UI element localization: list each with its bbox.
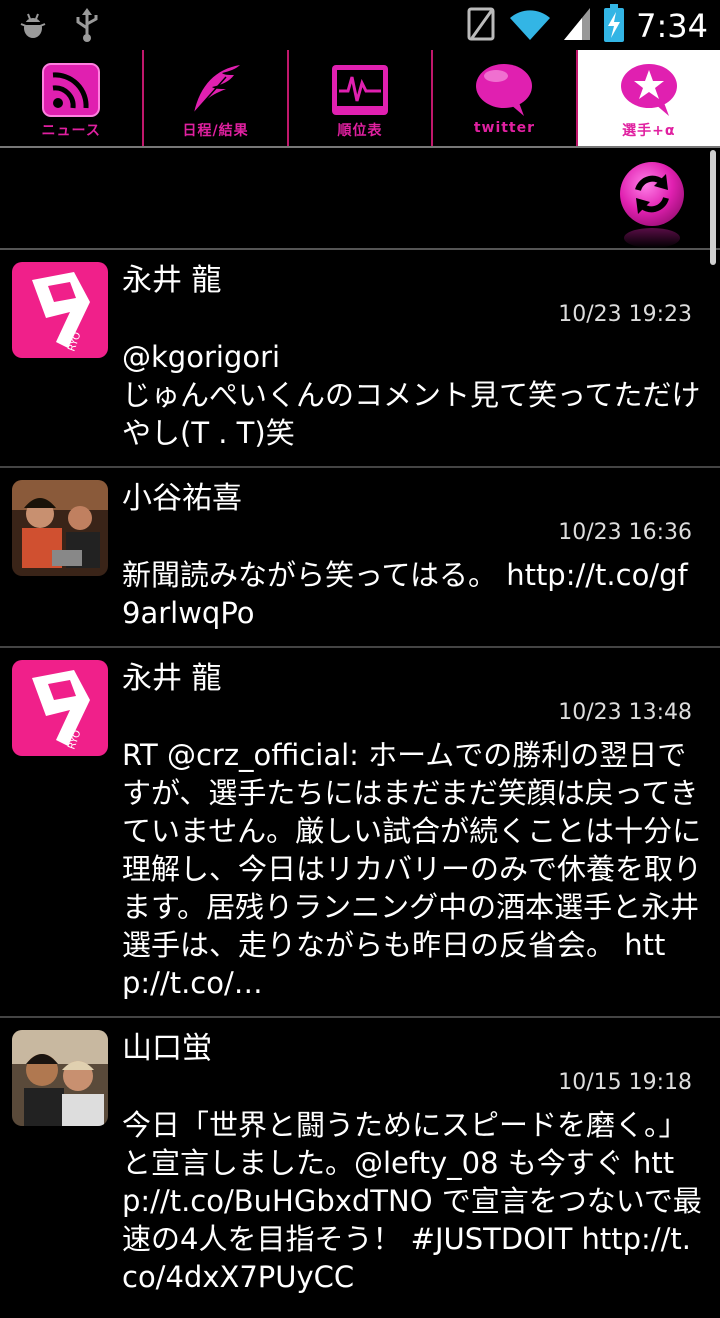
feather-icon: [181, 62, 251, 118]
no-sim-icon: [466, 6, 498, 46]
tab-label: 順位表: [337, 123, 383, 139]
tweet-item[interactable]: RYO 永井 龍 10/23 19:23 @kgorigori じゅんぺいくんの…: [0, 250, 720, 468]
star-bubble-icon: [614, 62, 684, 118]
tweet-text: RT @crz_official: ホームでの勝利の翌日ですが、選手たちにはまだ…: [122, 738, 703, 1000]
tweet-author[interactable]: 永井 龍: [122, 658, 222, 700]
avatar: [12, 1030, 108, 1126]
refresh-button[interactable]: [616, 160, 688, 250]
tweet-time: 10/23 16:36: [558, 520, 692, 545]
rss-icon: [36, 62, 106, 118]
status-bar: 7:34: [0, 0, 720, 50]
tweet-author[interactable]: 山口蛍: [122, 1028, 212, 1070]
tab-twitter[interactable]: twitter: [433, 50, 578, 146]
tweet-item[interactable]: 小谷祐喜 10/23 16:36 新聞読みながら笑ってはる。 http://t.…: [0, 468, 720, 648]
tweet-text: 今日「世界と闘うためにスピードを磨く。」と宣言しました。@lefty_08 も今…: [122, 1108, 702, 1294]
tab-players[interactable]: 選手+α: [577, 50, 720, 146]
battery-charging-icon: [602, 4, 626, 48]
tweet-feed: RYO 永井 龍 10/23 19:23 @kgorigori じゅんぺいくんの…: [0, 250, 720, 1318]
signal-icon: [562, 6, 592, 46]
tab-label: 選手+α: [622, 123, 676, 139]
tab-schedule[interactable]: 日程/結果: [144, 50, 289, 146]
tweet-author[interactable]: 永井 龍: [122, 260, 222, 302]
scrollbar[interactable]: [710, 150, 716, 265]
wifi-icon: [508, 6, 552, 46]
bug-icon: [18, 10, 48, 44]
usb-icon: [72, 8, 102, 46]
tweet-item[interactable]: 山口蛍 10/15 19:18 今日「世界と闘うためにスピードを磨く。」と宣言し…: [0, 1018, 720, 1318]
clock: 7:34: [636, 7, 708, 45]
tweet-time: 10/15 19:18: [558, 1070, 692, 1095]
avatar: [12, 480, 108, 576]
tweet-text: @kgorigori じゅんぺいくんのコメント見て笑ってただけやし(T . T)…: [122, 340, 701, 450]
tweet-time: 10/23 13:48: [558, 700, 692, 725]
toolbar: [0, 148, 720, 250]
tab-label: ニュース: [41, 123, 101, 139]
avatar: RYO: [12, 660, 108, 756]
refresh-icon: [620, 162, 684, 248]
tweet-time: 10/23 19:23: [558, 302, 692, 327]
speech-bubble-icon: [469, 62, 539, 118]
tab-news[interactable]: ニュース: [0, 50, 145, 146]
tab-standings[interactable]: 順位表: [289, 50, 434, 146]
tweet-author[interactable]: 小谷祐喜: [122, 478, 242, 520]
avatar: RYO: [12, 262, 108, 358]
tweet-text: 新聞読みながら笑ってはる。 http://t.co/gf9arlwqPo: [122, 558, 688, 630]
tab-bar: ニュース 日程/結果 順位表 twitter 選手+α: [0, 50, 720, 148]
tab-label: twitter: [473, 120, 536, 136]
tab-label: 日程/結果: [182, 123, 249, 139]
chart-icon: [325, 62, 395, 118]
tweet-item[interactable]: RYO 永井 龍 10/23 13:48 RT @crz_official: ホ…: [0, 648, 720, 1018]
